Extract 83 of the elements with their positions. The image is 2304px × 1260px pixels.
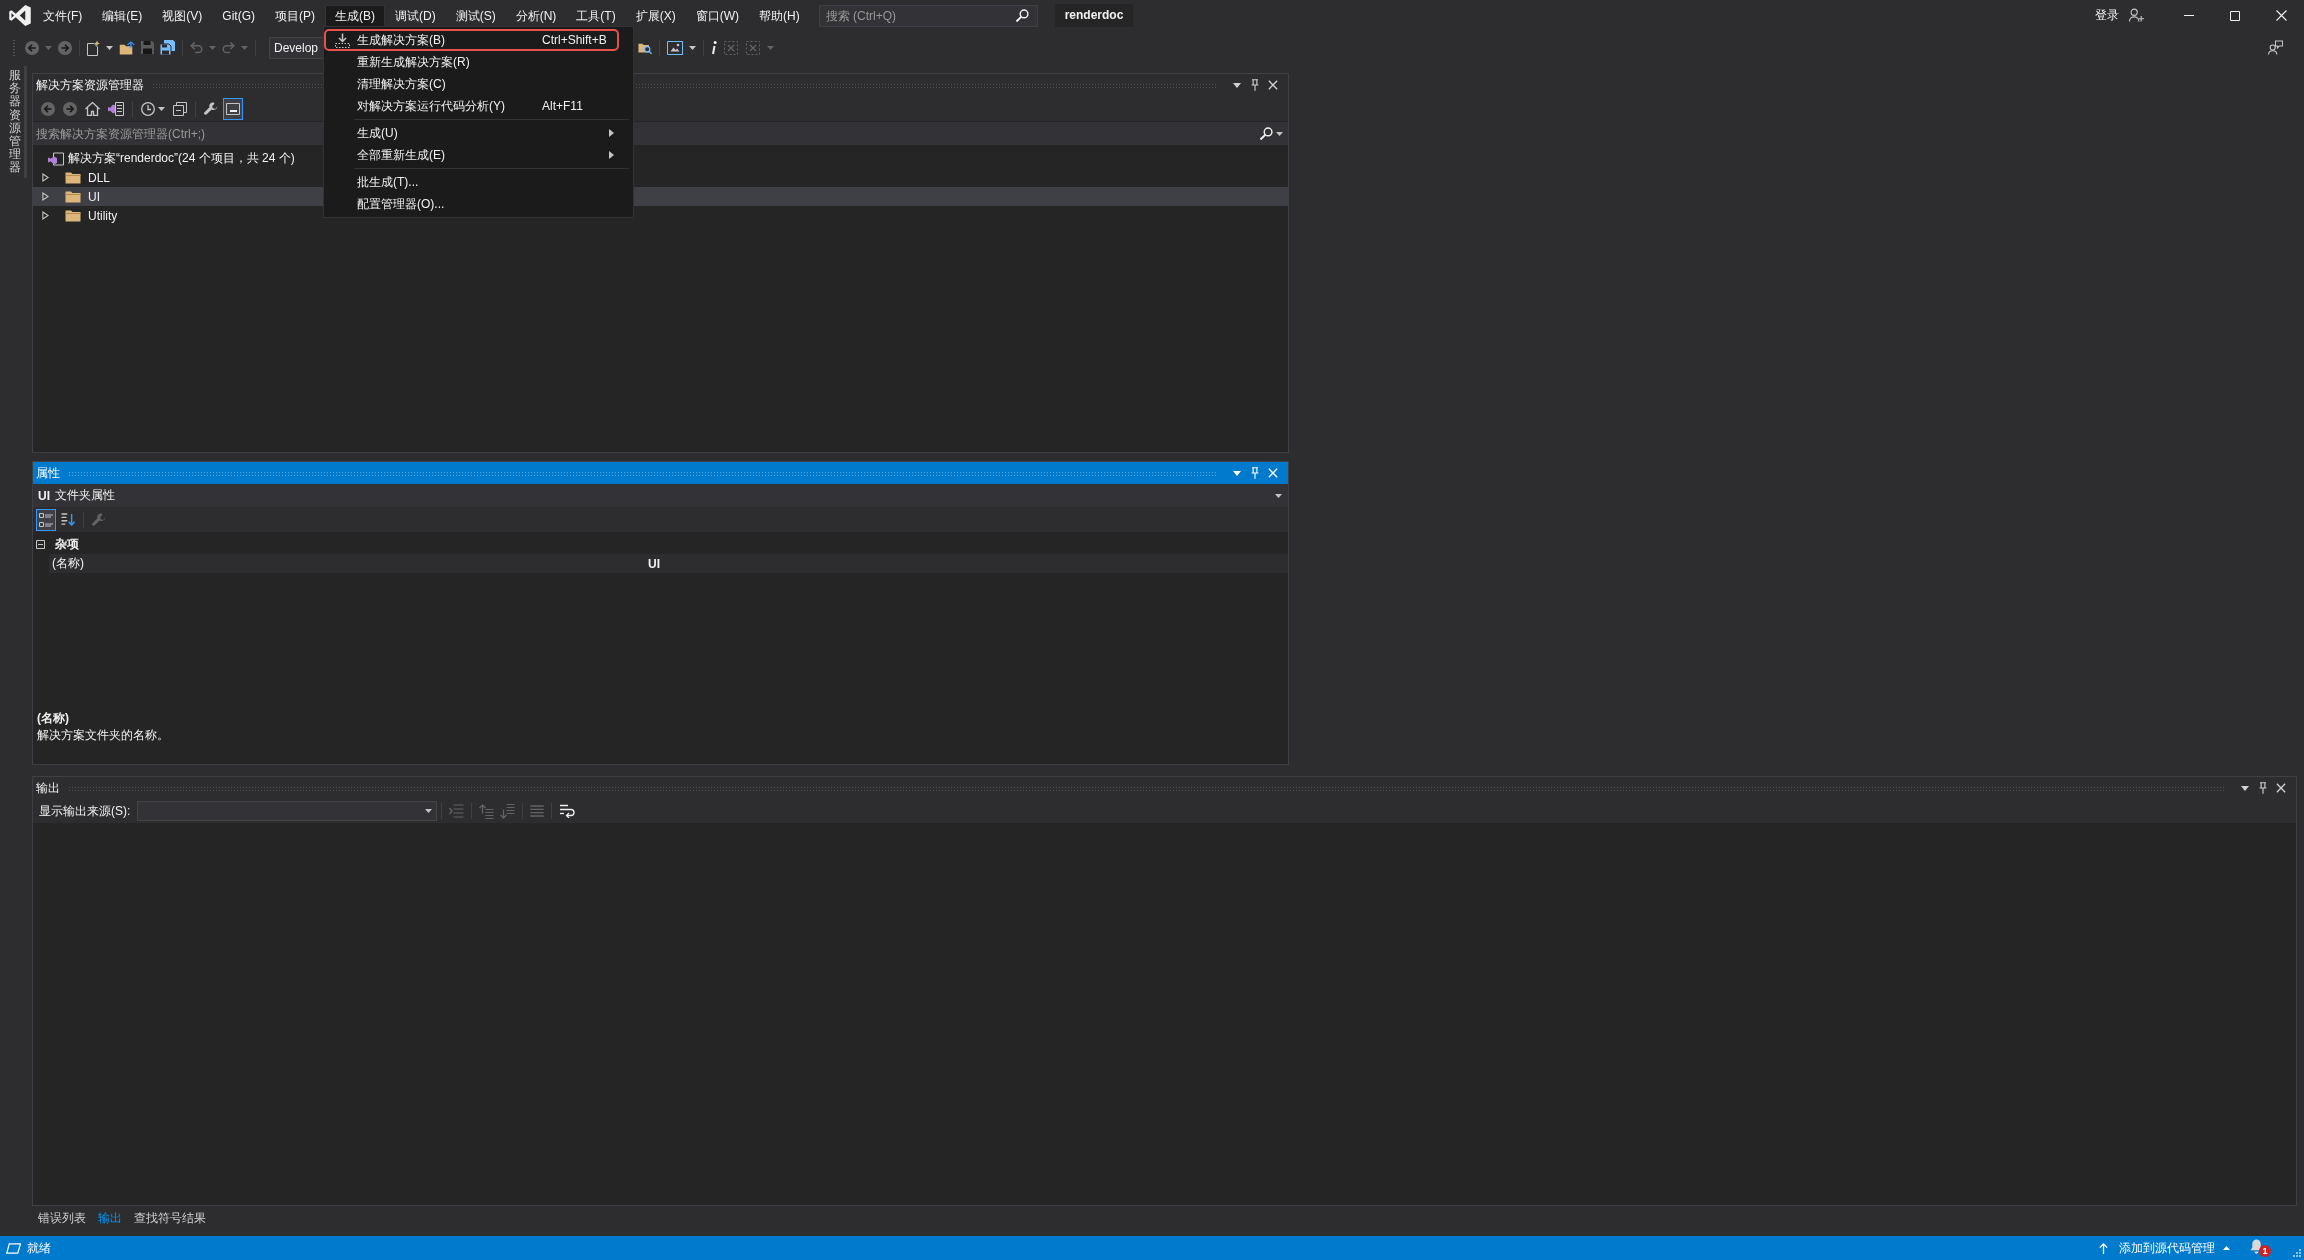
caret-icon[interactable] [1233, 82, 1241, 88]
caret-icon [1275, 493, 1282, 498]
menu-item[interactable]: 清理解决方案(C) [324, 73, 633, 95]
panel-title: 属性 [36, 464, 60, 482]
property-name: (名称) [51, 555, 85, 572]
caret-icon[interactable] [1233, 470, 1241, 476]
caret-icon [425, 809, 433, 813]
toolbar-grip[interactable] [12, 38, 16, 57]
menu-item[interactable]: 项目(P) [265, 5, 325, 26]
output-source-label: 显示输出来源(S): [39, 802, 131, 820]
property-value: UI [648, 556, 660, 571]
expand-arrow-icon[interactable] [42, 192, 49, 201]
menu-item[interactable]: 配置管理器(O)... [324, 193, 633, 215]
window-outline-icon [6, 1242, 21, 1254]
tree-item[interactable]: DLL [42, 168, 113, 187]
search-icon[interactable] [1015, 9, 1029, 22]
pin-icon[interactable] [1251, 79, 1259, 91]
side-tab[interactable]: 服务器资源管理器 [5, 66, 27, 178]
panel-tab[interactable]: 查找符号结果 [128, 1209, 212, 1227]
up-arrow-icon [2099, 1242, 2108, 1254]
solution-name: renderdoc [1054, 4, 1134, 27]
source-control-link[interactable]: 添加到源代码管理 [2119, 1239, 2215, 1257]
menu-item[interactable]: 批生成(T)... [324, 171, 633, 193]
collapse-box-icon[interactable] [36, 540, 45, 549]
folder-icon [65, 209, 81, 222]
menu-item[interactable]: 文件(F) [33, 5, 93, 26]
description-title: (名称) [37, 710, 70, 727]
open-folder-icon[interactable] [119, 40, 135, 55]
word-wrap-icon[interactable] [559, 804, 576, 818]
menu-item[interactable]: 视图(V) [152, 5, 213, 26]
tree-item[interactable]: Utility [42, 206, 121, 225]
notification-badge: 1 [2259, 1245, 2271, 1257]
property-row[interactable]: (名称) UI [49, 554, 1288, 573]
new-page-icon[interactable] [87, 39, 100, 56]
menu-item[interactable]: 测试(S) [445, 5, 506, 26]
panel-tab[interactable]: 输出 [92, 1209, 128, 1227]
menu-item[interactable]: 生成解决方案(B) Ctrl+Shift+B [324, 29, 619, 51]
close-icon[interactable] [1268, 80, 1278, 90]
search-field[interactable]: 搜索 (Ctrl+Q) [818, 4, 1038, 27]
submenu-arrow-icon [609, 129, 614, 137]
menu-item[interactable]: 窗口(W) [685, 5, 749, 26]
menu-item[interactable]: 生成(U) [324, 122, 633, 144]
category-label: 杂项 [55, 536, 79, 553]
expand-arrow-icon[interactable] [42, 173, 49, 182]
panel-tab[interactable]: 错误列表 [32, 1209, 92, 1227]
pin-icon[interactable] [2259, 782, 2267, 794]
framed-picture-icon[interactable] [667, 40, 683, 55]
person-add-icon[interactable] [2129, 8, 2144, 23]
menu-item[interactable]: 工具(T) [566, 5, 626, 26]
caret-icon[interactable] [106, 45, 113, 50]
menu-item[interactable]: 调试(D) [385, 5, 446, 26]
status-text: 就绪 [27, 1239, 51, 1257]
caret-icon[interactable] [1276, 131, 1283, 136]
person-speech-icon[interactable] [2268, 40, 2283, 55]
preview-toggle-button[interactable] [223, 97, 243, 120]
caret-icon[interactable] [689, 45, 696, 50]
caret-icon[interactable] [2241, 785, 2249, 791]
menu-item[interactable]: 帮助(H) [749, 5, 810, 26]
panel-title: 输出 [36, 779, 60, 797]
caret-up-icon[interactable] [2223, 1246, 2230, 1250]
menu-item[interactable]: Git(G) [212, 5, 265, 26]
resize-grip-icon[interactable] [2293, 1249, 2301, 1257]
submenu-arrow-icon [609, 151, 614, 159]
menu-item[interactable]: 分析(N) [505, 5, 567, 26]
menu-item[interactable]: 生成(B) [325, 5, 385, 26]
object-selector[interactable]: UI 文件夹属性 [33, 484, 1288, 507]
app-logo-icon [9, 5, 31, 26]
menu-item[interactable]: 全部重新生成(E) [324, 144, 633, 166]
tree-item[interactable]: 解决方案“renderdoc”(24 个项目，共 24 个) [48, 149, 298, 168]
close-icon[interactable] [2276, 783, 2286, 793]
floppy-disks-icon[interactable] [160, 40, 175, 55]
expand-arrow-icon[interactable] [42, 211, 49, 220]
search-icon[interactable] [1260, 127, 1273, 140]
solution-icon [48, 151, 64, 166]
menu-item[interactable]: 编辑(E) [92, 5, 153, 26]
menu-item[interactable]: 扩展(X) [625, 5, 686, 26]
folder-icon [65, 171, 81, 184]
info-icon[interactable] [711, 40, 717, 55]
folder-icon [65, 190, 81, 203]
panel-title: 解决方案资源管理器 [36, 76, 144, 94]
maximize-icon[interactable] [2230, 10, 2240, 21]
sign-in-link[interactable]: 登录 [2095, 7, 2119, 24]
description-text: 解决方案文件夹的名称。 [37, 727, 170, 744]
